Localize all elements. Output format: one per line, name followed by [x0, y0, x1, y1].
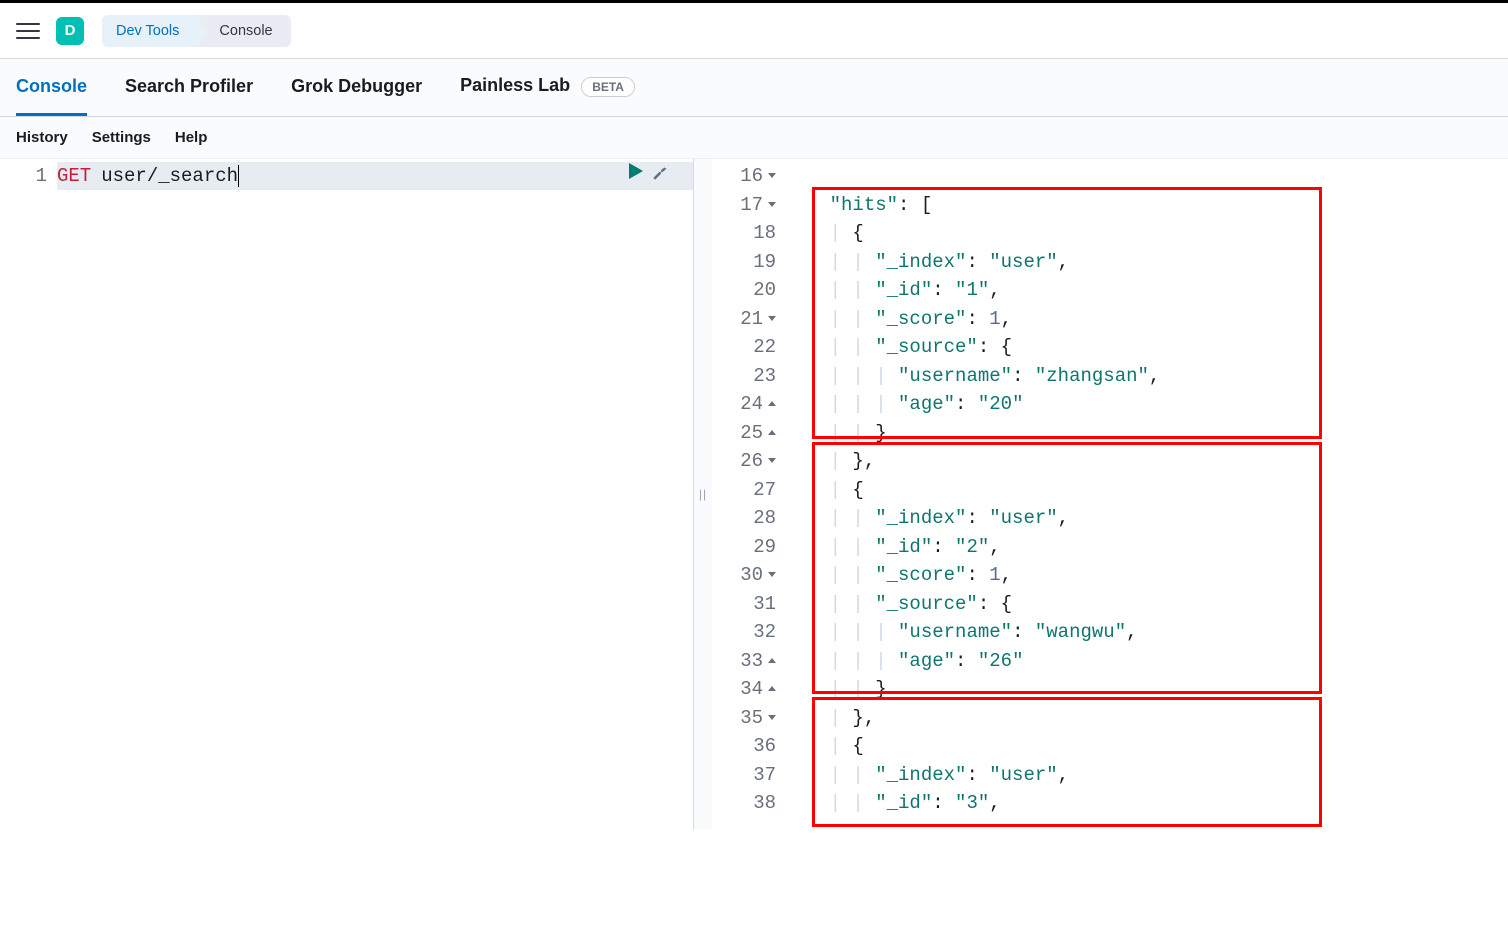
line-number: 32 — [753, 621, 776, 643]
editor-line: GET user/_search — [57, 162, 693, 190]
pane-divider[interactable] — [694, 159, 712, 829]
line-number: 25 — [740, 422, 763, 444]
line-number: 18 — [753, 222, 776, 244]
highlight-box-1 — [812, 187, 1322, 439]
tab-search-profiler[interactable]: Search Profiler — [125, 60, 253, 116]
line-number: 31 — [753, 593, 776, 615]
app-badge[interactable]: D — [56, 17, 84, 45]
line-number: 38 — [753, 792, 776, 814]
http-method: GET — [57, 162, 91, 190]
breadcrumb-console[interactable]: Console — [197, 15, 290, 47]
line-number: 36 — [753, 735, 776, 757]
line-number: 21 — [740, 308, 763, 330]
line-number: 27 — [753, 479, 776, 501]
subnav-history[interactable]: History — [16, 129, 68, 146]
line-number: 29 — [753, 536, 776, 558]
highlight-box-2 — [812, 442, 1322, 694]
subnav-help[interactable]: Help — [175, 129, 208, 146]
tab-painless-lab-label: Painless Lab — [460, 75, 570, 95]
line-number: 19 — [753, 251, 776, 273]
tab-bar: Console Search Profiler Grok Debugger Pa… — [0, 59, 1508, 117]
breadcrumb-dev-tools[interactable]: Dev Tools — [102, 15, 197, 47]
request-path: user/_search — [101, 162, 238, 190]
line-number: 28 — [753, 507, 776, 529]
tab-grok-debugger[interactable]: Grok Debugger — [291, 60, 422, 116]
line-number: 33 — [740, 650, 763, 672]
output-body[interactable]: "hits": [ | { | | "_index": "user", | | … — [784, 159, 1508, 829]
workspace: 1 GET user/_search 16 17 18 19 20 21 22 — [0, 159, 1508, 829]
play-icon[interactable] — [629, 163, 643, 186]
line-number: 23 — [753, 365, 776, 387]
highlight-box-3 — [812, 697, 1322, 827]
line-number: 16 — [740, 165, 763, 187]
line-number: 26 — [740, 450, 763, 472]
hamburger-menu-icon[interactable] — [16, 19, 40, 43]
response-output-pane: 16 17 18 19 20 21 22 23 24 25 26 27 28 2… — [712, 159, 1508, 829]
output-gutter: 16 17 18 19 20 21 22 23 24 25 26 27 28 2… — [712, 159, 784, 829]
wrench-icon[interactable] — [651, 163, 669, 186]
tab-painless-lab[interactable]: Painless Lab BETA — [460, 59, 635, 115]
cursor — [238, 165, 239, 187]
editor-content[interactable]: GET user/_search — [57, 159, 693, 829]
sub-bar: History Settings Help — [0, 117, 1508, 159]
line-number: 24 — [740, 393, 763, 415]
editor-gutter: 1 — [0, 159, 57, 829]
editor-line-number: 1 — [0, 162, 47, 190]
line-number: 20 — [753, 279, 776, 301]
editor-actions — [629, 163, 669, 186]
request-editor-pane: 1 GET user/_search — [0, 159, 694, 829]
line-number: 34 — [740, 678, 763, 700]
line-number: 35 — [740, 707, 763, 729]
line-number: 22 — [753, 336, 776, 358]
breadcrumb: Dev Tools Console — [102, 15, 291, 47]
top-bar: D Dev Tools Console — [0, 0, 1508, 59]
line-number: 17 — [740, 194, 763, 216]
line-number: 37 — [753, 764, 776, 786]
tab-console[interactable]: Console — [16, 60, 87, 116]
beta-badge: BETA — [581, 77, 635, 97]
subnav-settings[interactable]: Settings — [92, 129, 151, 146]
line-number: 30 — [740, 564, 763, 586]
